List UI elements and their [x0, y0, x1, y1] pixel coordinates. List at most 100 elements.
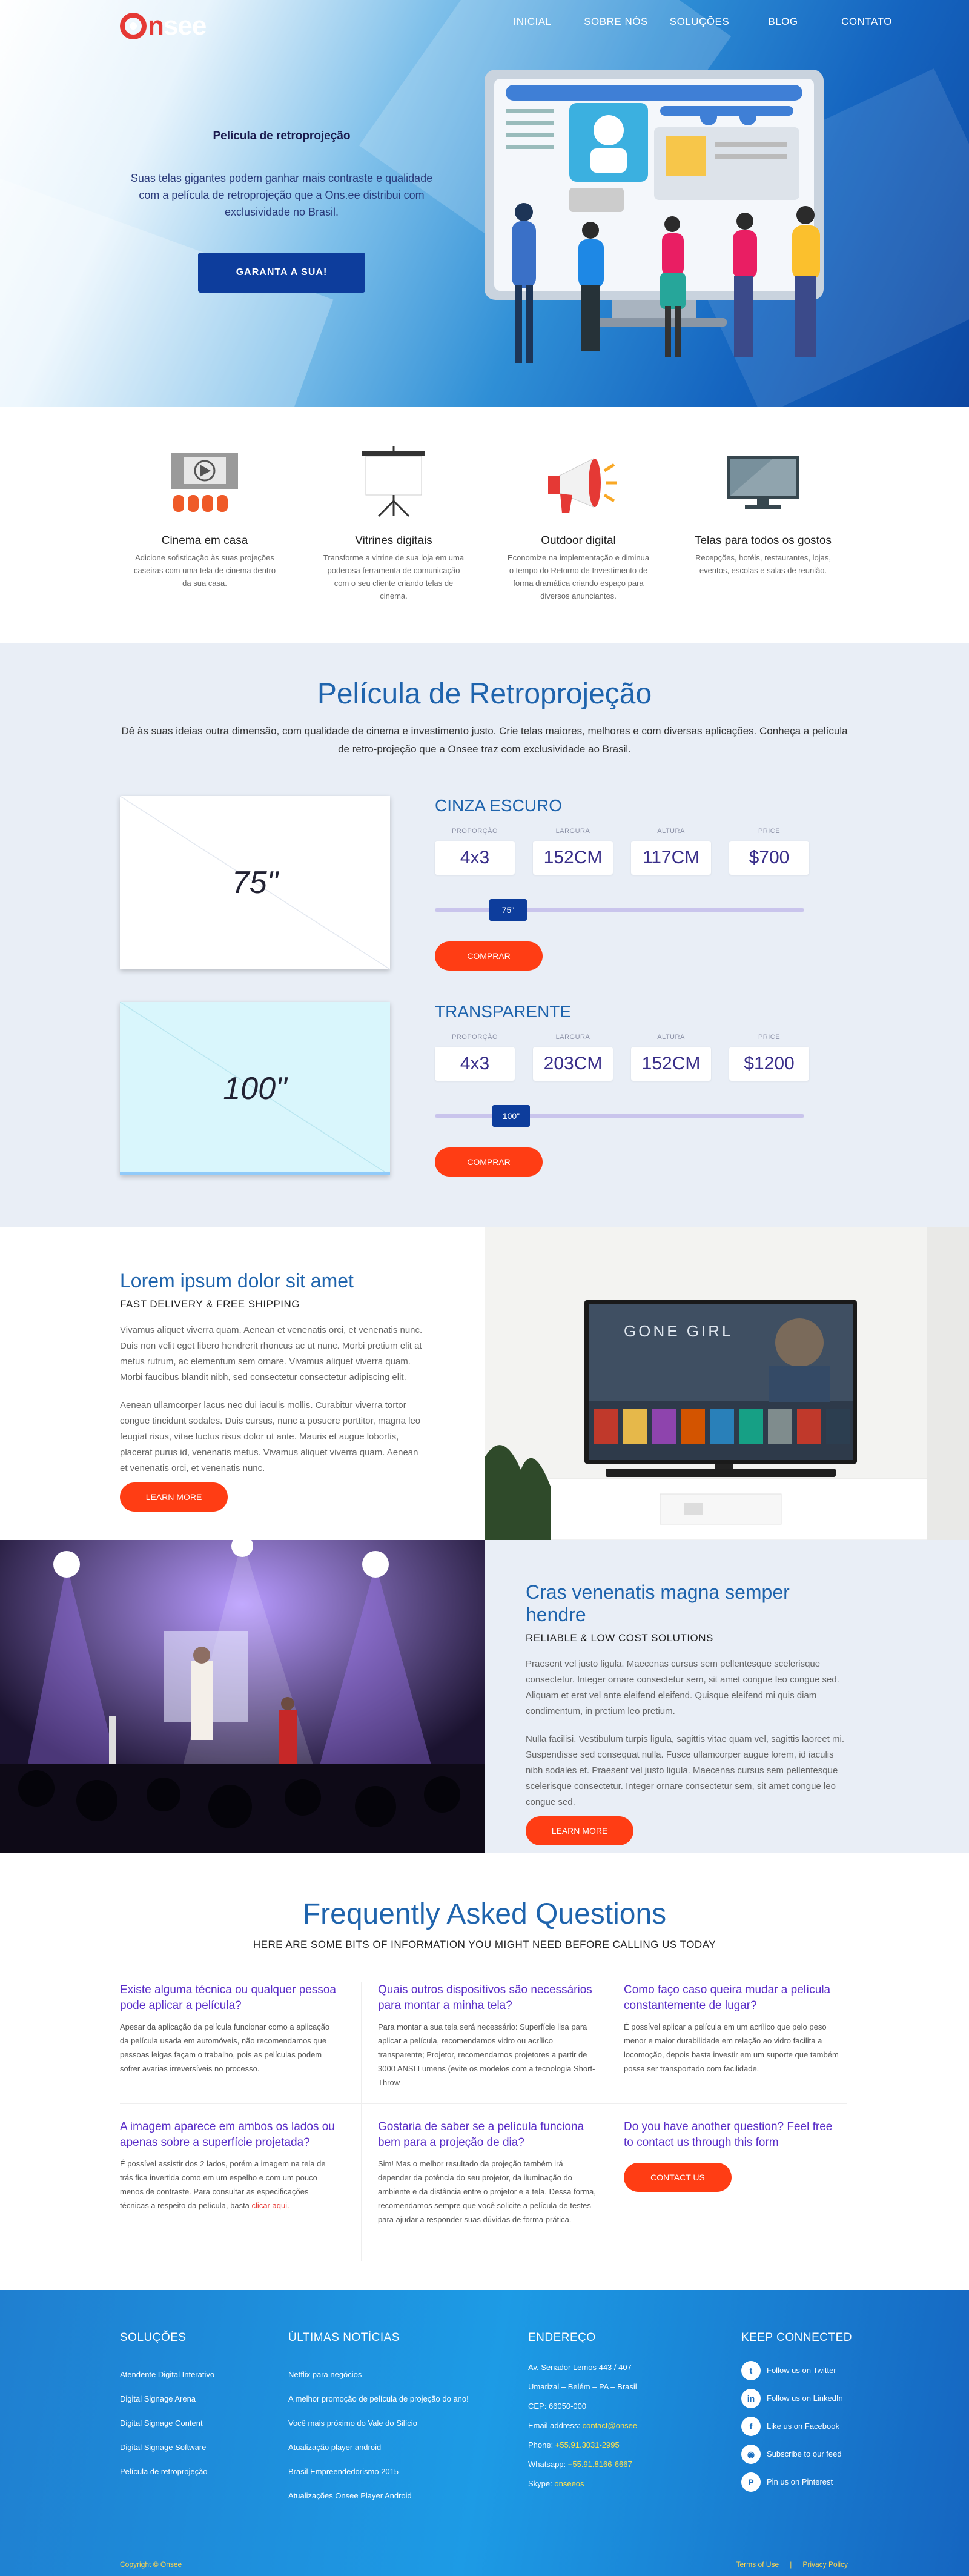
- faq-answer: É possível aplicar a película em um acrí…: [624, 2022, 839, 2073]
- footer-col-address: ENDEREÇO Av. Senador Lemos 443 / 407 Uma…: [528, 2331, 637, 2494]
- faq-question: Como faço caso queira mudar a película c…: [624, 1983, 831, 2012]
- footer-link[interactable]: A melhor promoção de película de projeçã…: [288, 2394, 469, 2403]
- buy-button[interactable]: COMPRAR: [435, 941, 543, 971]
- footer-link[interactable]: Brasil Empreendedorismo 2015: [288, 2467, 399, 2476]
- faq-item: Do you have another question? Feel free …: [624, 2119, 842, 2192]
- nav-contato[interactable]: CONTATO: [825, 16, 908, 28]
- spec-label-price: PRICE: [758, 828, 781, 835]
- skype-link[interactable]: onseeos: [554, 2479, 584, 2488]
- footer-col-solutions: SOLUÇÕES Atendente Digital Interativo Di…: [120, 2331, 214, 2484]
- cinema-icon: [132, 443, 277, 522]
- pricing-title: Película de Retroprojeção: [317, 678, 652, 710]
- spec-label-width: LARGURA: [555, 1034, 590, 1041]
- pricing-intro: Dê às suas ideias outra dimensão, com qu…: [121, 725, 848, 755]
- spec-label-height: ALTURA: [657, 1034, 685, 1041]
- feature-text: Adicione sofisticação às suas projeções …: [133, 553, 276, 588]
- footer-link[interactable]: Netflix para negócios: [288, 2370, 362, 2379]
- twitter-icon: t: [741, 2361, 761, 2380]
- feature-card: Telas para todos os gostos Recepções, ho…: [690, 443, 836, 577]
- nav-blog[interactable]: BLOG: [741, 16, 825, 28]
- click-here-link[interactable]: clicar aqui.: [252, 2201, 289, 2210]
- product-row: 75" CINZA ESCURO PROPORÇÃO 4x3 LARGURA 152…: [120, 796, 809, 972]
- projection-screen-icon: [321, 443, 466, 522]
- site-footer: SOLUÇÕES Atendente Digital Interativo Di…: [0, 2290, 969, 2576]
- footer-link[interactable]: Atualizações Onsee Player Android: [288, 2491, 412, 2500]
- faq-title: Frequently Asked Questions: [302, 1898, 667, 1930]
- footer-link[interactable]: Você mais próximo do Vale do Silício: [288, 2418, 417, 2428]
- product-specs: PROPORÇÃO 4x3 LARGURA 152CM ALTURA 117CM PR…: [435, 828, 809, 875]
- footer-link[interactable]: Digital Signage Arena: [120, 2394, 196, 2403]
- hero-text: Suas telas gigantes podem ganhar mais co…: [130, 172, 433, 218]
- spec-label-ratio: PROPORÇÃO: [451, 828, 498, 835]
- footer-link[interactable]: Película de retroprojeção: [120, 2467, 208, 2476]
- social-rss[interactable]: ◉ Subscribe to our feed: [741, 2440, 852, 2468]
- social-pinterest[interactable]: P Pin us on Pinterest: [741, 2468, 852, 2496]
- tv-photo: GONE GIRL: [484, 1227, 969, 1540]
- product-name: CINZA ESCURO: [435, 796, 563, 815]
- contact-us-button[interactable]: CONTACT US: [624, 2163, 732, 2192]
- faq-item: Existe alguma técnica ou qualquer pessoa…: [120, 1982, 338, 2076]
- spec-value-price: $1200: [729, 1047, 809, 1081]
- whatsapp-link[interactable]: +55.91.8166-6667: [568, 2460, 632, 2469]
- learn-more-button[interactable]: LEARN MORE: [526, 1816, 633, 1845]
- footer-link[interactable]: Digital Signage Content: [120, 2418, 203, 2428]
- phone-link[interactable]: +55.91.3031-2995: [555, 2440, 620, 2449]
- size-slider[interactable]: 75": [435, 899, 804, 921]
- split-title: Cras venenatis magna semper hendre: [526, 1581, 790, 1625]
- social-label: Follow us on Twitter: [767, 2366, 836, 2375]
- spec-value-ratio: 4x3: [435, 1047, 515, 1081]
- spec-value-width: 152CM: [533, 841, 613, 875]
- feature-text: Economize na implementação e diminua o t…: [507, 553, 650, 600]
- spec-value-height: 117CM: [631, 841, 711, 875]
- skype-label: Skype:: [528, 2479, 552, 2488]
- whatsapp-label: Whatsapp:: [528, 2460, 566, 2469]
- hero-cta-button[interactable]: GARANTA A SUA!: [198, 253, 365, 293]
- feature-title: Cinema em casa: [161, 534, 248, 547]
- terms-link[interactable]: Terms of Use: [736, 2560, 779, 2569]
- facebook-icon: f: [741, 2417, 761, 2436]
- faq-answer: Apesar da aplicação da película funciona…: [120, 2022, 330, 2073]
- features-section: Cinema em casa Adicione sofisticação às …: [0, 407, 969, 643]
- feature-card: Vitrines digitais Transforme a vitrine d…: [321, 443, 466, 602]
- spec-label-height: ALTURA: [657, 828, 685, 835]
- footer-heading: ÚLTIMAS NOTÍCIAS: [288, 2331, 400, 2344]
- faq-divider: [120, 2103, 847, 2104]
- footer-link[interactable]: Atualização player android: [288, 2443, 381, 2452]
- brand-logo[interactable]: n see: [120, 11, 207, 41]
- privacy-link[interactable]: Privacy Policy: [802, 2560, 848, 2569]
- size-slider[interactable]: 100": [435, 1105, 804, 1127]
- legal-separator: |: [790, 2560, 792, 2569]
- product-size: 100": [223, 1071, 287, 1106]
- slider-handle[interactable]: 75": [489, 899, 527, 921]
- faq-question: Gostaria de saber se a película funciona…: [378, 2120, 584, 2149]
- buy-button[interactable]: COMPRAR: [435, 1147, 543, 1177]
- footer-heading: SOLUÇÕES: [120, 2331, 187, 2344]
- faq-question: Do you have another question? Feel free …: [624, 2120, 833, 2149]
- nav-inicial[interactable]: INICIAL: [491, 16, 574, 28]
- footer-link[interactable]: Digital Signage Software: [120, 2443, 206, 2452]
- monitor-icon: [690, 443, 836, 522]
- pinterest-icon: P: [741, 2472, 761, 2492]
- footer-heading: KEEP CONNECTED: [741, 2331, 852, 2344]
- email-link[interactable]: contact@onsee: [583, 2421, 638, 2430]
- product-preview: 100": [120, 1002, 390, 1175]
- social-twitter[interactable]: t Follow us on Twitter: [741, 2357, 852, 2385]
- learn-more-button[interactable]: LEARN MORE: [120, 1482, 228, 1512]
- faq-item: A imagem aparece em ambos os lados ou ap…: [120, 2119, 338, 2213]
- megaphone-icon: [506, 443, 651, 522]
- address-line: Umarizal – Belém – PA – Brasil: [528, 2382, 637, 2391]
- slider-handle[interactable]: 100": [492, 1105, 530, 1127]
- footer-link[interactable]: Atendente Digital Interativo: [120, 2370, 214, 2379]
- social-facebook[interactable]: f Like us on Facebook: [741, 2412, 852, 2440]
- social-linkedin[interactable]: in Follow us on LinkedIn: [741, 2385, 852, 2412]
- tv-title: GONE GIRL: [624, 1322, 733, 1340]
- spec-value-width: 203CM: [533, 1047, 613, 1081]
- nav-sobre-nos[interactable]: SOBRE NÓS: [574, 16, 658, 28]
- footer-col-news: ÚLTIMAS NOTÍCIAS Netflix para negócios A…: [288, 2331, 469, 2508]
- spec-value-height: 152CM: [631, 1047, 711, 1081]
- faq-item: Como faço caso queira mudar a película c…: [624, 1982, 842, 2076]
- product-specs: PROPORÇÃO 4x3 LARGURA 203CM ALTURA 152CM PR…: [435, 1034, 809, 1081]
- faq-divider: [361, 1982, 362, 2261]
- spec-value-price: $700: [729, 841, 809, 875]
- nav-solucoes[interactable]: SOLUÇÕES: [658, 16, 741, 28]
